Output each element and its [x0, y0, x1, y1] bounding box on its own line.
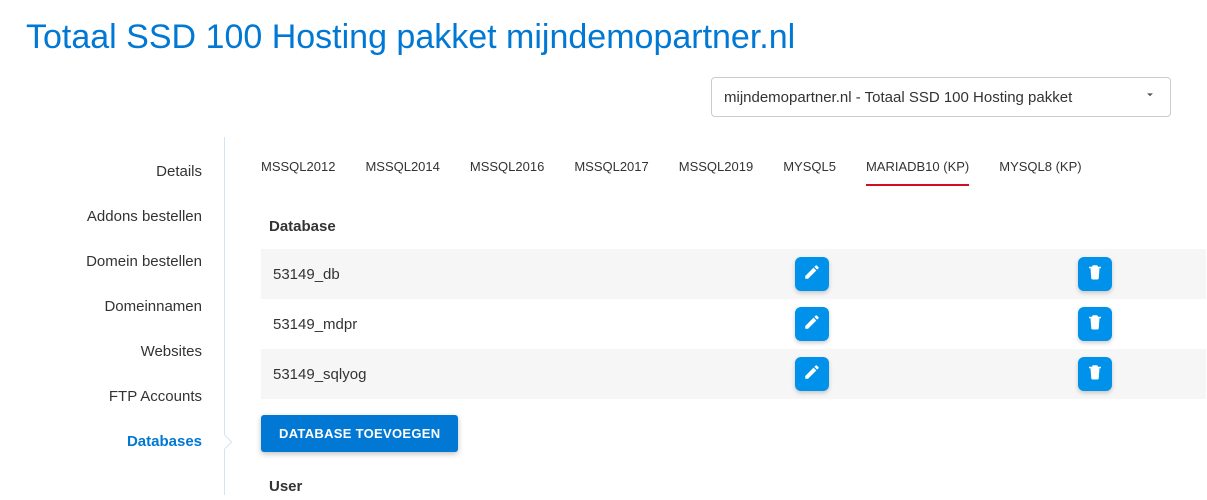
sidebar-item-label: Domein bestellen: [86, 253, 202, 270]
trash-icon: [1086, 263, 1104, 286]
sidebar-item-details[interactable]: Details: [0, 149, 224, 194]
delete-button[interactable]: [1078, 257, 1112, 291]
sidebar-item-label: Addons bestellen: [87, 208, 202, 225]
tab-mssql2012[interactable]: MSSQL2012: [261, 149, 335, 186]
add-database-button[interactable]: DATABASE TOEVOEGEN: [261, 415, 458, 452]
table-row: 53149_sqlyog: [261, 349, 1206, 399]
database-name: 53149_db: [273, 266, 795, 283]
tab-mysql8-kp[interactable]: MYSQL8 (KP): [999, 149, 1081, 186]
pencil-icon: [803, 263, 821, 286]
tab-mariadb10-kp[interactable]: MARIADB10 (KP): [866, 149, 969, 186]
database-name: 53149_sqlyog: [273, 366, 795, 383]
row-actions: [795, 357, 1194, 391]
trash-icon: [1086, 313, 1104, 336]
sidebar-item-databases[interactable]: Databases: [0, 419, 224, 464]
sidebar-item-ftp-accounts[interactable]: FTP Accounts: [0, 374, 224, 419]
sidebar-item-websites[interactable]: Websites: [0, 329, 224, 374]
edit-button[interactable]: [795, 307, 829, 341]
user-section-heading: User: [261, 452, 1207, 495]
package-selector[interactable]: mijndemopartner.nl - Totaal SSD 100 Host…: [711, 77, 1171, 117]
sidebar-item-domeinnamen[interactable]: Domeinnamen: [0, 284, 224, 329]
sidebar-item-addons-bestellen[interactable]: Addons bestellen: [0, 194, 224, 239]
sidebar: Details Addons bestellen Domein bestelle…: [0, 137, 225, 495]
database-table: 53149_db 53149_mdpr: [261, 249, 1206, 399]
table-row: 53149_db: [261, 249, 1206, 299]
tab-mssql2019[interactable]: MSSQL2019: [679, 149, 753, 186]
row-actions: [795, 307, 1194, 341]
tab-mysql5[interactable]: MYSQL5: [783, 149, 836, 186]
sidebar-item-label: FTP Accounts: [109, 388, 202, 405]
edit-button[interactable]: [795, 257, 829, 291]
sidebar-item-domein-bestellen[interactable]: Domein bestellen: [0, 239, 224, 284]
row-actions: [795, 257, 1194, 291]
sidebar-item-label: Details: [156, 163, 202, 180]
layout: Details Addons bestellen Domein bestelle…: [0, 137, 1207, 495]
database-name: 53149_mdpr: [273, 316, 795, 333]
delete-button[interactable]: [1078, 307, 1112, 341]
main-content: MSSQL2012 MSSQL2014 MSSQL2016 MSSQL2017 …: [225, 137, 1207, 495]
tab-mssql2016[interactable]: MSSQL2016: [470, 149, 544, 186]
tab-mssql2017[interactable]: MSSQL2017: [574, 149, 648, 186]
delete-button[interactable]: [1078, 357, 1112, 391]
sidebar-item-label: Databases: [127, 433, 202, 450]
page-title: Totaal SSD 100 Hosting pakket mijndemopa…: [0, 0, 1207, 67]
trash-icon: [1086, 363, 1104, 386]
table-row: 53149_mdpr: [261, 299, 1206, 349]
pencil-icon: [803, 313, 821, 336]
edit-button[interactable]: [795, 357, 829, 391]
package-selector-row: mijndemopartner.nl - Totaal SSD 100 Host…: [0, 67, 1207, 137]
db-type-tabs: MSSQL2012 MSSQL2014 MSSQL2016 MSSQL2017 …: [261, 149, 1207, 186]
sidebar-item-label: Websites: [141, 343, 202, 360]
pencil-icon: [803, 363, 821, 386]
database-section-heading: Database: [261, 210, 1207, 249]
package-selector-wrapper: mijndemopartner.nl - Totaal SSD 100 Host…: [711, 77, 1171, 117]
tab-mssql2014[interactable]: MSSQL2014: [365, 149, 439, 186]
sidebar-item-label: Domeinnamen: [104, 298, 202, 315]
